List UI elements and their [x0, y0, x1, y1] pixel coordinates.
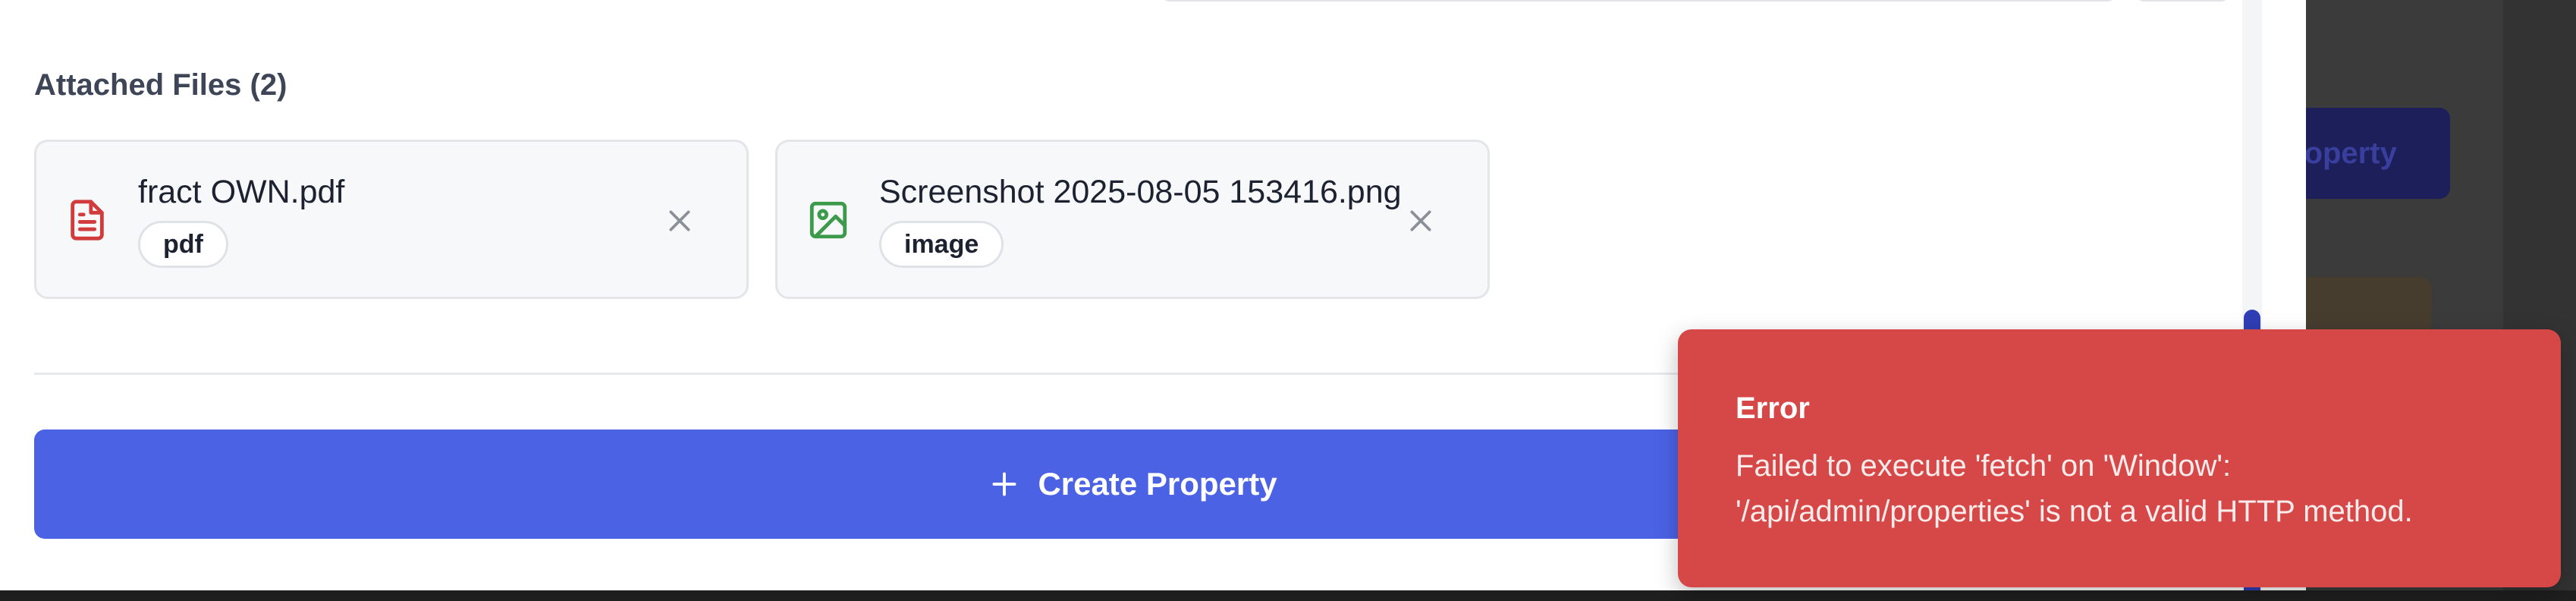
toast-title: Error	[1736, 392, 1810, 425]
form-input-partial[interactable]	[1161, 0, 2116, 2]
file-type-badge: pdf	[138, 221, 228, 268]
attached-file-card: Screenshot 2025-08-05 153416.png image	[775, 140, 1490, 299]
file-name: Screenshot 2025-08-05 153416.png	[879, 174, 1402, 210]
plus-icon	[992, 472, 1016, 496]
file-text-icon	[71, 200, 104, 241]
error-toast[interactable]: Error Failed to execute 'fetch' on 'Wind…	[1678, 329, 2561, 587]
form-input-partial-secondary[interactable]	[2135, 0, 2230, 2]
file-type-badge: image	[879, 221, 1004, 268]
background-button-label: roperty	[2292, 136, 2397, 170]
toast-message: Failed to execute 'fetch' on 'Window': '…	[1736, 449, 2413, 528]
image-icon	[809, 201, 847, 239]
create-property-label: Create Property	[1038, 466, 1277, 502]
remove-file-close-icon[interactable]	[664, 206, 695, 236]
attached-file-card: fract OWN.pdf pdf	[34, 140, 749, 299]
file-name: fract OWN.pdf	[138, 174, 345, 210]
bottom-bar	[0, 590, 2576, 601]
remove-file-close-icon[interactable]	[1406, 206, 1436, 236]
attached-files-title: Attached Files (2)	[34, 68, 287, 102]
